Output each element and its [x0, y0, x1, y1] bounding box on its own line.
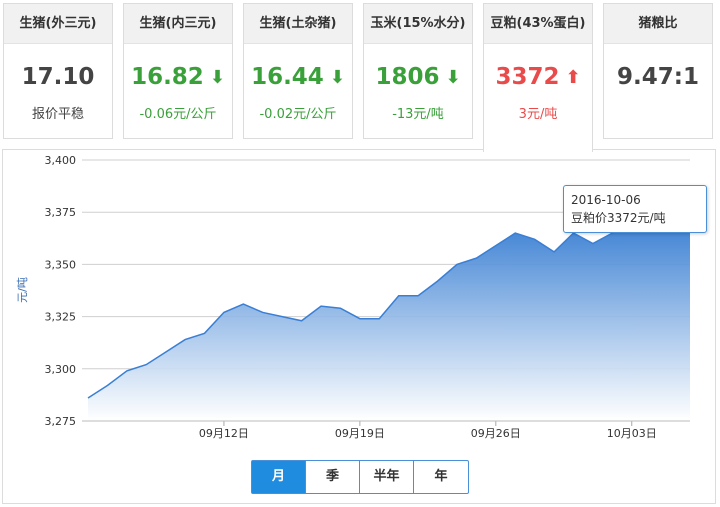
- chart-tooltip: 2016-10-06 豆粕价3372元/吨: [563, 185, 707, 233]
- range-month-button[interactable]: 月: [252, 461, 306, 493]
- y-tick-label: 3,325: [45, 311, 77, 324]
- price-chart[interactable]: 3,400 3,375 3,350 3,325 3,300 3,275 09月12日 09月…: [0, 0, 720, 507]
- y-tick-label: 3,400: [45, 154, 77, 167]
- range-year-button[interactable]: 年: [414, 461, 468, 493]
- x-tick-label: 09月26日: [471, 427, 521, 440]
- y-tick-label: 3,375: [45, 206, 77, 219]
- y-tick-label: 3,300: [45, 363, 77, 376]
- x-tick-label: 09月19日: [335, 427, 385, 440]
- price-area: [88, 218, 690, 421]
- x-tick-label: 09月12日: [199, 427, 249, 440]
- x-tick-label: 10月03日: [607, 427, 657, 440]
- y-axis-label: 元/吨: [16, 277, 29, 303]
- range-half-year-button[interactable]: 半年: [360, 461, 414, 493]
- tooltip-text: 豆粕价3372元/吨: [571, 211, 666, 225]
- range-quarter-button[interactable]: 季: [306, 461, 360, 493]
- y-tick-label: 3,350: [45, 258, 77, 271]
- range-selector: 月 季 半年 年: [251, 460, 469, 494]
- y-tick-label: 3,275: [45, 415, 77, 428]
- tooltip-date: 2016-10-06: [571, 193, 641, 207]
